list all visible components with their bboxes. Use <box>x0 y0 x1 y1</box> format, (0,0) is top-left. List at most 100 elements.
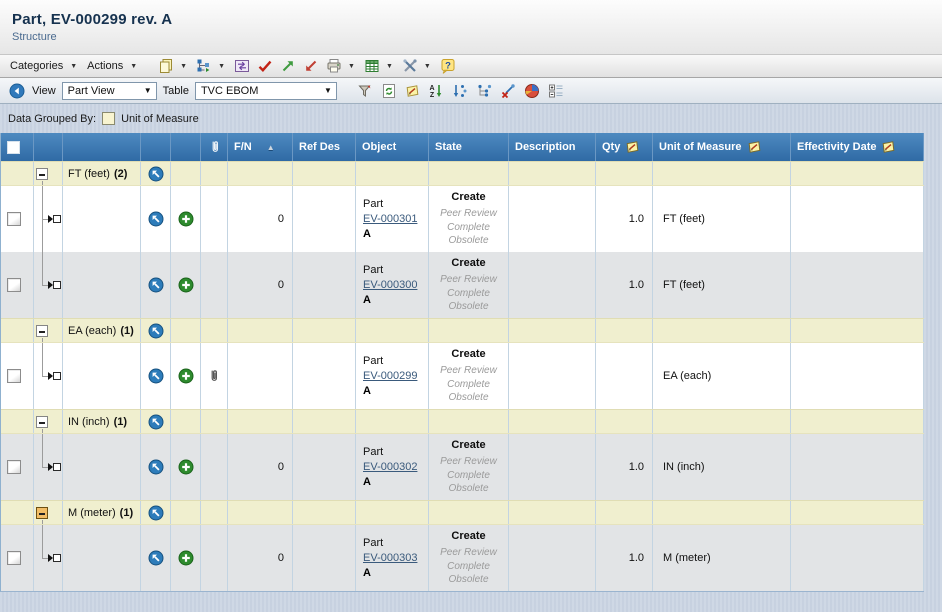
expand-part-icon[interactable] <box>53 463 61 471</box>
chevron-down-icon[interactable]: ▼ <box>348 63 355 70</box>
collapse-panel-icon[interactable] <box>8 82 26 100</box>
table-row: PartEV-000299A CreatePeer ReviewComplete… <box>1 343 924 409</box>
expand-levels-icon[interactable] <box>547 82 565 100</box>
part-revision: A <box>363 227 371 242</box>
navigate-icon[interactable] <box>148 277 164 293</box>
part-link[interactable]: EV-000301 <box>363 212 417 227</box>
column-header-qty[interactable]: Qty <box>596 133 653 161</box>
table-row: 0 PartEV-000301A CreatePeer ReviewComple… <box>1 186 924 252</box>
row-checkbox[interactable] <box>7 212 21 226</box>
navigate-icon[interactable] <box>148 550 164 566</box>
chevron-down-icon[interactable]: ▼ <box>130 63 137 70</box>
description-value <box>509 343 596 409</box>
edit-column-icon <box>747 140 762 154</box>
actions-menu[interactable]: Actions <box>85 58 125 74</box>
collapse-group-icon[interactable] <box>36 325 48 337</box>
navigate-icon[interactable] <box>148 414 164 430</box>
edit-column-icon <box>881 140 896 154</box>
navigate-icon[interactable] <box>148 323 164 339</box>
group-label: FT (feet)(2) <box>63 168 127 180</box>
copy-button[interactable] <box>157 57 175 75</box>
group-row: IN (inch)(1) <box>1 409 924 434</box>
column-header-state[interactable]: State <box>429 133 509 161</box>
collapse-group-icon[interactable] <box>36 168 48 180</box>
chevron-down-icon[interactable]: ▼ <box>386 63 393 70</box>
effectivity-value <box>791 252 924 318</box>
part-revision: A <box>363 475 371 490</box>
group-row: M (meter)(1) <box>1 500 924 525</box>
categories-menu[interactable]: Categories <box>8 58 65 74</box>
navigate-icon[interactable] <box>148 459 164 475</box>
attachment-icon[interactable] <box>206 368 222 384</box>
collapse-group-icon[interactable] <box>36 416 48 428</box>
filter-icon[interactable] <box>356 82 374 100</box>
sort-structure-icon[interactable] <box>451 82 469 100</box>
print-button[interactable] <box>325 57 343 75</box>
column-header-ref-des[interactable]: Ref Des <box>293 133 356 161</box>
refresh-icon[interactable] <box>380 82 398 100</box>
edit-column-icon <box>625 140 640 154</box>
table-row: 0 PartEV-000303A CreatePeer ReviewComple… <box>1 525 924 591</box>
expand-part-icon[interactable] <box>53 215 61 223</box>
structure-table: F/N▲ Ref Des Object State Description Qt… <box>0 133 924 592</box>
clear-filter-icon[interactable] <box>499 82 517 100</box>
row-checkbox[interactable] <box>7 551 21 565</box>
chevron-down-icon[interactable]: ▼ <box>218 63 225 70</box>
effectivity-value <box>791 343 924 409</box>
table-select[interactable]: TVC EBOM▼ <box>195 82 337 100</box>
group-by-checkbox[interactable] <box>102 112 115 125</box>
promote-button[interactable] <box>279 57 297 75</box>
expand-part-icon[interactable] <box>53 372 61 380</box>
paste-structure-button[interactable] <box>195 57 213 75</box>
chart-icon[interactable] <box>523 82 541 100</box>
attachment-column-header[interactable] <box>201 133 228 161</box>
part-link[interactable]: EV-000302 <box>363 460 417 475</box>
column-header-fn[interactable]: F/N▲ <box>228 133 293 161</box>
navigate-icon[interactable] <box>148 368 164 384</box>
add-child-icon[interactable] <box>178 459 194 475</box>
part-link[interactable]: EV-000300 <box>363 278 417 293</box>
chevron-down-icon[interactable]: ▼ <box>424 63 431 70</box>
chevron-down-icon[interactable]: ▼ <box>70 63 77 70</box>
expand-part-icon[interactable] <box>53 281 61 289</box>
add-child-icon[interactable] <box>178 550 194 566</box>
table-row: 0 PartEV-000302A CreatePeer ReviewComple… <box>1 434 924 500</box>
row-checkbox[interactable] <box>7 278 21 292</box>
column-header-object[interactable]: Object <box>356 133 429 161</box>
column-header-effectivity[interactable]: Effectivity Date <box>791 133 924 161</box>
select-all-checkbox[interactable] <box>7 141 20 154</box>
add-child-icon[interactable] <box>178 211 194 227</box>
help-button[interactable]: ? <box>439 57 457 75</box>
sort-az-icon[interactable]: AZ <box>427 82 445 100</box>
column-header-description[interactable]: Description <box>509 133 596 161</box>
approve-check-button[interactable] <box>256 57 274 75</box>
column-header-uom[interactable]: Unit of Measure <box>653 133 791 161</box>
part-link[interactable]: EV-000303 <box>363 551 417 566</box>
expand-part-icon[interactable] <box>53 554 61 562</box>
ref-des-value <box>293 343 356 409</box>
group-label: EA (each)(1) <box>63 325 134 337</box>
navigate-icon[interactable] <box>148 166 164 182</box>
chevron-down-icon[interactable]: ▼ <box>180 63 187 70</box>
page-subtitle[interactable]: Structure <box>12 31 942 43</box>
navigate-icon[interactable] <box>148 505 164 521</box>
part-link[interactable]: EV-000299 <box>363 369 417 384</box>
group-label: M (meter)(1) <box>63 507 133 519</box>
add-child-icon[interactable] <box>178 277 194 293</box>
structure-levels-icon[interactable] <box>475 82 493 100</box>
group-by-option-label: Unit of Measure <box>121 113 199 125</box>
tools-button[interactable] <box>401 57 419 75</box>
view-select[interactable]: Part View▼ <box>62 82 157 100</box>
compare-button[interactable] <box>233 57 251 75</box>
navigate-icon[interactable] <box>148 211 164 227</box>
row-checkbox[interactable] <box>7 460 21 474</box>
export-table-button[interactable] <box>363 57 381 75</box>
collapse-group-icon[interactable] <box>36 507 48 519</box>
add-child-icon[interactable] <box>178 368 194 384</box>
mass-edit-icon[interactable] <box>404 83 421 99</box>
demote-button[interactable] <box>302 57 320 75</box>
ref-des-value <box>293 252 356 318</box>
part-revision: A <box>363 384 371 399</box>
table-header-row: F/N▲ Ref Des Object State Description Qt… <box>1 133 924 161</box>
row-checkbox[interactable] <box>7 369 21 383</box>
